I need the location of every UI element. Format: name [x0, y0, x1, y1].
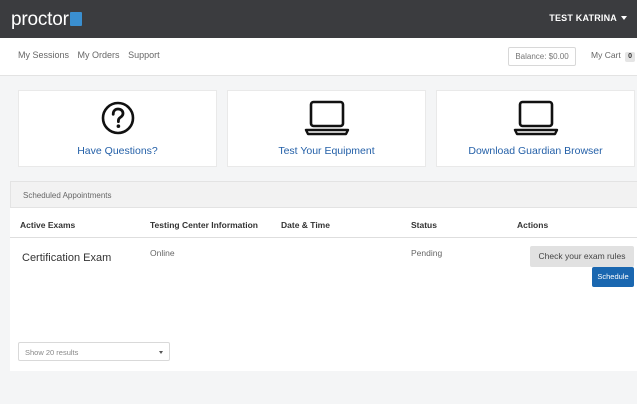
- logo[interactable]: proctor: [11, 9, 82, 31]
- logo-mark-icon: [69, 12, 82, 26]
- laptop-icon: [303, 100, 351, 141]
- exam-name: Certification Exam: [22, 252, 112, 264]
- top-bar: proctor TEST KATRINA: [0, 0, 637, 38]
- caret-down-icon: [621, 16, 627, 20]
- results-per-page-select[interactable]: Show 20 results: [18, 342, 170, 361]
- cart-count-badge: 0: [625, 52, 636, 62]
- schedule-button[interactable]: Schedule: [592, 267, 634, 287]
- user-name: TEST KATRINA: [549, 13, 617, 23]
- results-per-page-value: Show 20 results: [25, 348, 79, 357]
- nav-links: My Sessions My Orders Support: [18, 50, 166, 60]
- status-text: Pending: [411, 248, 443, 258]
- appointments-panel: Scheduled Appointments Active Exams Test…: [10, 181, 637, 371]
- download-browser-card[interactable]: Download Guardian Browser: [436, 90, 635, 167]
- question-circle-icon: [100, 100, 136, 141]
- test-equipment-card[interactable]: Test Your Equipment: [227, 90, 426, 167]
- check-exam-rules-button[interactable]: Check your exam rules: [530, 246, 634, 267]
- have-questions-label: Have Questions?: [77, 145, 158, 157]
- nav-link-support[interactable]: Support: [128, 50, 160, 60]
- column-header-date-time: Date & Time: [281, 220, 330, 230]
- panel-title: Scheduled Appointments: [23, 191, 112, 200]
- download-browser-label: Download Guardian Browser: [468, 145, 603, 157]
- column-header-actions: Actions: [517, 220, 549, 230]
- have-questions-card[interactable]: Have Questions?: [18, 90, 217, 167]
- sub-navigation: My Sessions My Orders Support Balance: $…: [0, 38, 637, 76]
- test-equipment-label: Test Your Equipment: [278, 145, 375, 157]
- cart-label: My Cart: [591, 50, 621, 60]
- chevron-down-icon: [159, 351, 163, 354]
- logo-text: proctor: [11, 9, 69, 30]
- panel-header: Scheduled Appointments: [10, 181, 637, 208]
- column-header-status: Status: [411, 220, 437, 230]
- column-header-active-exams: Active Exams: [20, 220, 76, 230]
- laptop-icon: [512, 100, 560, 141]
- user-menu[interactable]: TEST KATRINA: [549, 13, 627, 23]
- balance-button[interactable]: Balance: $0.00: [508, 47, 576, 66]
- table-header-divider: [10, 237, 637, 238]
- testing-center: Online: [150, 248, 175, 258]
- nav-link-my-orders[interactable]: My Orders: [78, 50, 120, 60]
- nav-link-my-sessions[interactable]: My Sessions: [18, 50, 69, 60]
- column-header-testing-center: Testing Center Information: [150, 220, 258, 230]
- my-cart-link[interactable]: My Cart 0: [591, 50, 636, 62]
